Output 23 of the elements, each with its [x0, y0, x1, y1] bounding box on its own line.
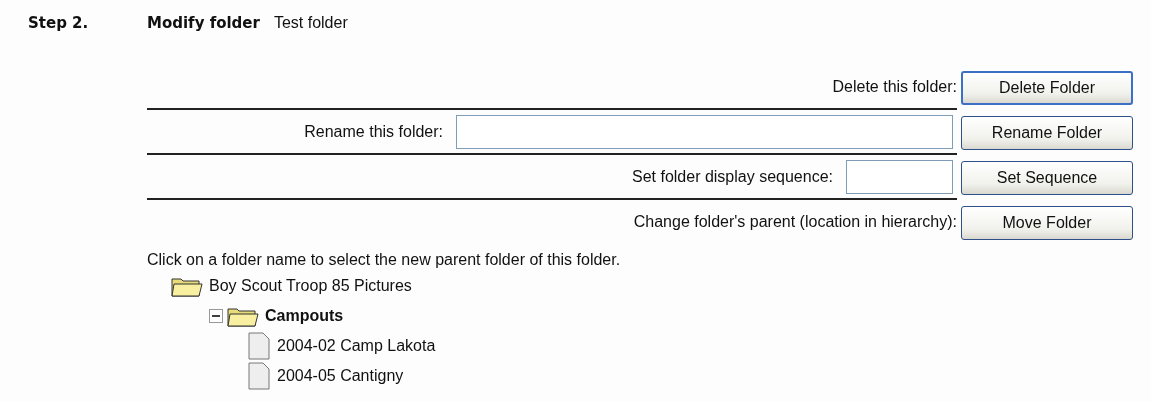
- folder-name: Test folder: [273, 14, 348, 32]
- text-field[interactable]: [456, 114, 953, 149]
- tree-item[interactable]: 2004-02 Camp Lakota: [277, 337, 436, 355]
- text-field[interactable]: [846, 159, 953, 194]
- document-icon: [247, 332, 271, 360]
- action-label: Set folder display sequence:: [632, 167, 833, 186]
- section-title: Modify folder: [147, 14, 260, 32]
- action-label: Change folder's parent (location in hierarchy):: [633, 212, 957, 231]
- folder-icon: [227, 305, 259, 327]
- folder-icon: [171, 275, 203, 297]
- action-button[interactable]: Delete Folder: [961, 70, 1133, 105]
- action-label: Rename this folder:: [304, 122, 443, 141]
- instruction-text: Click on a folder name to select the new parent folder of this folder.: [147, 251, 622, 269]
- action-label: Delete this folder:: [832, 77, 957, 96]
- tree-item[interactable]: Boy Scout Troop 85 Pictures: [209, 277, 412, 295]
- tree-item[interactable]: Campouts: [265, 307, 344, 325]
- action-button[interactable]: Move Folder: [961, 205, 1133, 240]
- action-button[interactable]: Rename Folder: [961, 115, 1133, 150]
- action-button[interactable]: Set Sequence: [961, 160, 1133, 195]
- collapse-icon[interactable]: [209, 309, 223, 323]
- tree-item[interactable]: 2004-05 Cantigny: [277, 367, 404, 385]
- document-icon: [247, 362, 271, 390]
- step-label: Step 2.: [28, 14, 90, 32]
